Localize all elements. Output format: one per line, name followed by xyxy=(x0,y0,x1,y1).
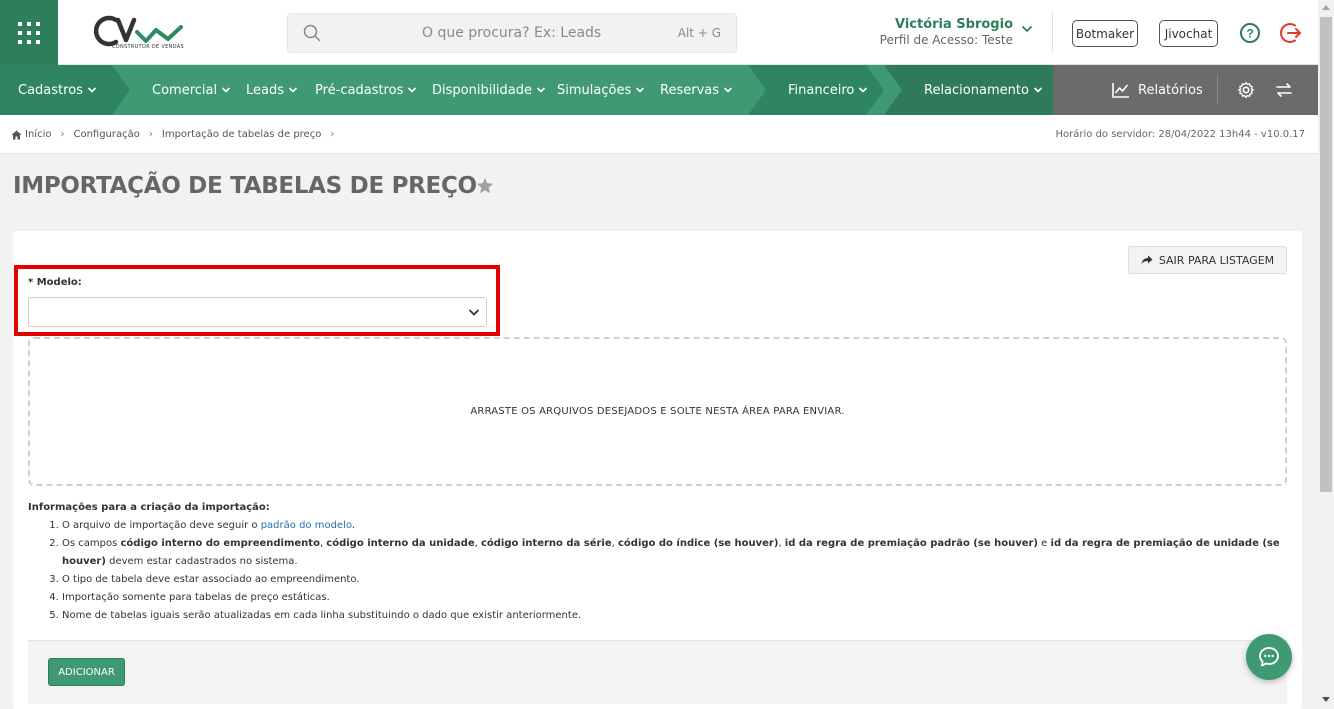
info-item: O arquivo de importação deve seguir o pa… xyxy=(62,517,1283,535)
nav-item-financeiro[interactable]: Financeiro xyxy=(788,65,868,115)
home-icon xyxy=(11,130,22,139)
model-template-link[interactable]: padrão do modelo xyxy=(261,520,352,531)
nav-item-pre-cadastros[interactable]: Pré-cadastros xyxy=(315,65,417,115)
header-divider xyxy=(1052,12,1053,52)
chat-bubble-icon xyxy=(1259,647,1279,667)
exit-to-list-button[interactable]: SAIR PARA LISTAGEM xyxy=(1128,246,1287,274)
info-list: O arquivo de importação deve seguir o pa… xyxy=(62,517,1283,625)
chevron-down-icon xyxy=(87,87,96,93)
share-arrow-icon xyxy=(1141,255,1153,265)
nav-item-relacionamento[interactable]: Relacionamento xyxy=(924,65,1043,115)
nav-item-reservas[interactable]: Reservas xyxy=(660,65,733,115)
search-icon xyxy=(303,24,321,42)
import-info: Informações para a criação da importação… xyxy=(28,499,1283,625)
user-name: Victória Sbrogio xyxy=(894,17,1013,32)
file-dropzone[interactable]: ARRASTE OS ARQUIVOS DESEJADOS E SOLTE NE… xyxy=(28,337,1287,486)
botmaker-button[interactable]: Botmaker xyxy=(1072,20,1138,47)
apps-menu-button[interactable] xyxy=(0,0,58,65)
dropzone-text: ARRASTE OS ARQUIVOS DESEJADOS E SOLTE NE… xyxy=(470,406,845,417)
page-title: IMPORTAÇÃO DE TABELAS DE PREÇO xyxy=(13,173,477,199)
main-nav: Cadastros Comercial Leads Pré-cadastros … xyxy=(0,65,1318,115)
info-item: Nome de tabelas iguais serão atualizadas… xyxy=(62,607,1283,625)
search-placeholder: O que procura? Ex: Leads xyxy=(422,25,602,41)
search-bar[interactable]: O que procura? Ex: Leads Alt + G xyxy=(287,13,737,53)
nav-item-comercial[interactable]: Comercial xyxy=(152,65,231,115)
scroll-up-arrow-icon[interactable] xyxy=(1322,4,1330,10)
breadcrumb-configuracao[interactable]: Configuração xyxy=(73,129,139,140)
info-title: Informações para a criação da importação… xyxy=(28,502,270,513)
breadcrumb-home[interactable]: Início xyxy=(25,129,51,140)
info-item: Os campos código interno do empreendimen… xyxy=(62,535,1283,571)
chevron-down-icon xyxy=(636,87,645,93)
nav-item-simulacoes[interactable]: Simulações xyxy=(557,65,645,115)
help-icon[interactable]: ? xyxy=(1239,22,1261,44)
chevron-down-icon[interactable] xyxy=(1021,24,1033,34)
user-profile: Perfil de Acesso: Teste xyxy=(879,33,1013,47)
gear-icon[interactable] xyxy=(1237,81,1255,99)
scroll-down-arrow-icon[interactable] xyxy=(1322,697,1330,703)
chevron-down-icon xyxy=(723,87,733,93)
top-header: CONSTRUTOR DE VENDAS O que procura? Ex: … xyxy=(0,0,1318,65)
scrollbar-thumb[interactable] xyxy=(1320,17,1332,492)
nav-divider xyxy=(1217,75,1218,105)
highlight-box xyxy=(14,265,500,336)
swap-icon[interactable] xyxy=(1275,82,1293,98)
chevron-down-icon xyxy=(408,87,417,93)
logout-icon[interactable] xyxy=(1280,21,1304,45)
form-footer xyxy=(28,640,1287,704)
breadcrumb-separator: › xyxy=(148,129,153,140)
user-menu[interactable]: Victória Sbrogio Perfil de Acesso: Teste xyxy=(880,17,1013,47)
chevron-down-icon xyxy=(1033,87,1042,93)
jivochat-button[interactable]: Jivochat xyxy=(1159,20,1218,47)
chevron-down-icon xyxy=(536,87,546,93)
nav-item-relatorios[interactable]: Relatórios xyxy=(1112,65,1203,115)
breadcrumb: Início › Configuração › Importação de ta… xyxy=(11,129,343,140)
chevron-down-icon xyxy=(222,87,231,93)
info-item: Importação somente para tabelas de preço… xyxy=(62,589,1283,607)
breadcrumb-separator: › xyxy=(60,129,65,140)
breadcrumb-current[interactable]: Importação de tabelas de preço xyxy=(162,129,321,140)
nav-item-disponibilidade[interactable]: Disponibilidade xyxy=(432,65,546,115)
chevron-down-icon xyxy=(859,87,868,93)
star-icon[interactable] xyxy=(476,177,494,195)
server-time: Horário do servidor: 28/04/2022 13h44 - … xyxy=(1055,129,1305,140)
add-button[interactable]: ADICIONAR xyxy=(48,658,125,686)
svg-text:?: ? xyxy=(1246,27,1253,41)
nav-item-cadastros[interactable]: Cadastros xyxy=(18,65,97,115)
chat-button[interactable] xyxy=(1246,634,1292,680)
breadcrumb-separator: › xyxy=(330,129,335,140)
grid-icon xyxy=(18,21,40,44)
chart-line-icon xyxy=(1112,83,1129,98)
search-shortcut-hint: Alt + G xyxy=(677,26,721,40)
breadcrumb-bar: Início › Configuração › Importação de ta… xyxy=(0,115,1318,154)
chevron-down-icon xyxy=(288,87,298,93)
nav-item-leads[interactable]: Leads xyxy=(246,65,298,115)
brand-tagline: CONSTRUTOR DE VENDAS xyxy=(112,44,184,50)
info-item: O tipo de tabela deve estar associado ao… xyxy=(62,571,1283,589)
